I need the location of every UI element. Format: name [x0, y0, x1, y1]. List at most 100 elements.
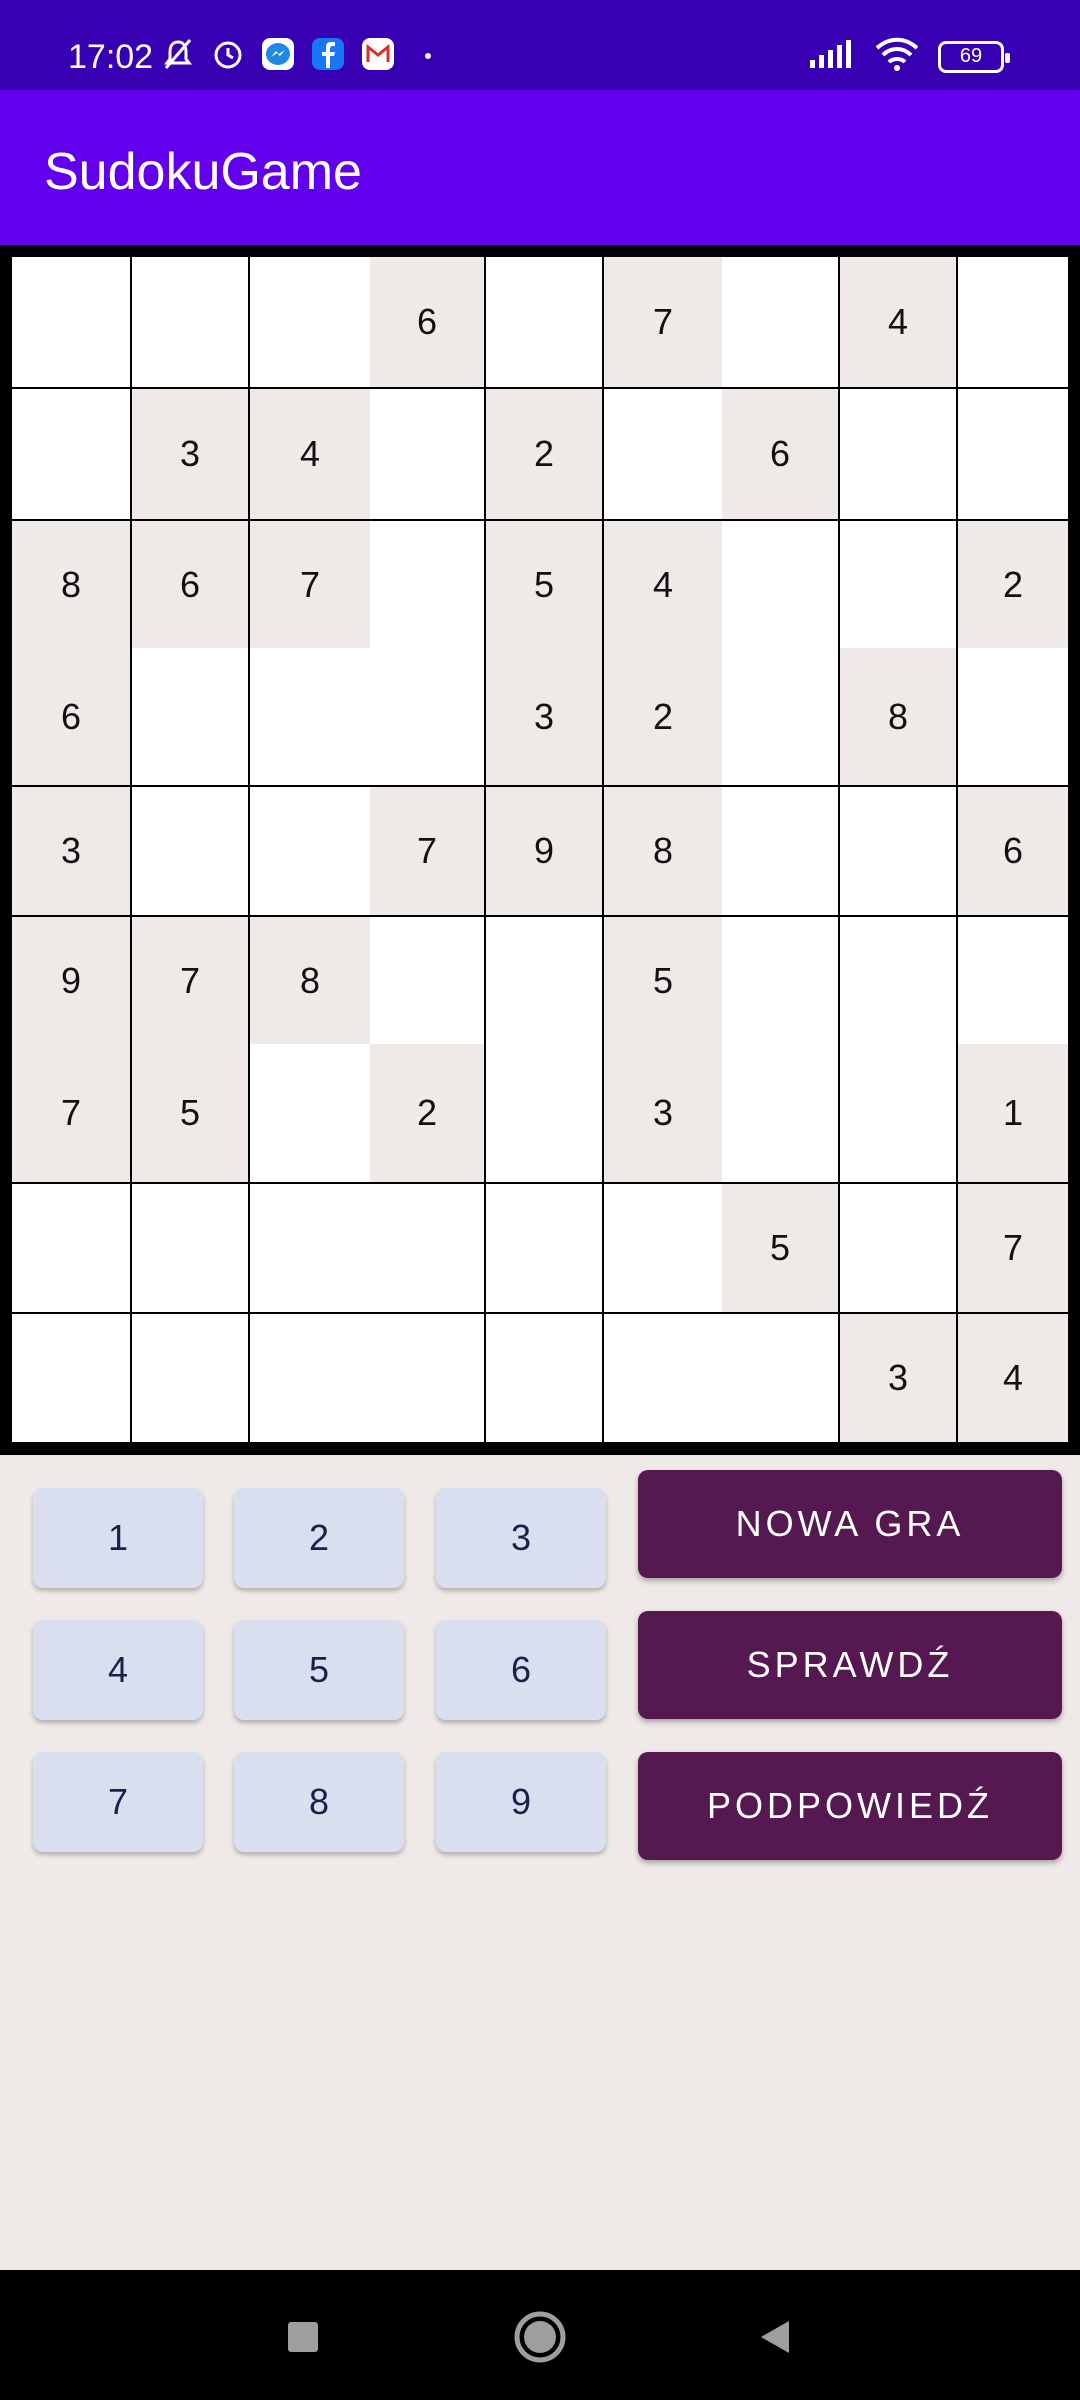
board-cell[interactable]: 8 [250, 917, 370, 1044]
board-cell[interactable]: 2 [370, 1044, 484, 1182]
board-cell[interactable]: 6 [12, 648, 130, 785]
board-cell[interactable] [250, 1044, 370, 1182]
board-cell[interactable]: 2 [958, 521, 1068, 648]
dot-icon [410, 36, 446, 72]
board-cell[interactable]: 4 [250, 389, 370, 519]
board-cell[interactable] [604, 1184, 722, 1312]
board-cell[interactable]: 8 [12, 521, 130, 648]
board-cell[interactable]: 3 [604, 1044, 722, 1182]
board-cell[interactable]: 2 [604, 648, 722, 785]
board-cell[interactable] [370, 1184, 484, 1312]
board-cell[interactable] [486, 1184, 602, 1312]
board-cell[interactable] [370, 917, 484, 1044]
number-button-3[interactable]: 3 [436, 1488, 606, 1588]
board-cell[interactable] [840, 787, 956, 915]
check-button[interactable]: SPRAWDŹ [638, 1611, 1062, 1719]
board-cell[interactable] [12, 257, 130, 387]
board-cell[interactable] [722, 1044, 838, 1182]
board-cell[interactable]: 5 [604, 917, 722, 1044]
board-cell[interactable] [840, 1044, 956, 1182]
board-cell[interactable]: 7 [132, 917, 248, 1044]
board-cell[interactable] [12, 1314, 130, 1442]
board-cell[interactable] [132, 257, 248, 387]
mute-icon [160, 36, 196, 72]
board-cell[interactable] [486, 1044, 602, 1182]
board-cell[interactable]: 8 [604, 787, 722, 915]
board-cell[interactable] [486, 917, 602, 1044]
board-cell[interactable]: 6 [958, 787, 1068, 915]
number-button-2[interactable]: 2 [234, 1488, 404, 1588]
board-cell[interactable]: 7 [370, 787, 484, 915]
board-cell[interactable] [132, 648, 248, 785]
board-cell[interactable]: 2 [486, 389, 602, 519]
number-button-1[interactable]: 1 [33, 1488, 203, 1588]
board-cell[interactable] [250, 257, 370, 387]
board-cell[interactable]: 4 [840, 257, 956, 387]
board-cell[interactable] [250, 648, 370, 785]
board-cell[interactable]: 7 [250, 521, 370, 648]
board-cell[interactable] [12, 389, 130, 519]
board-cell[interactable] [486, 257, 602, 387]
board-cell[interactable] [722, 648, 838, 785]
number-button-6[interactable]: 6 [436, 1620, 606, 1720]
number-button-7[interactable]: 7 [33, 1752, 203, 1852]
board-cell[interactable]: 9 [12, 917, 130, 1044]
hint-button[interactable]: PODPOWIEDŹ [638, 1752, 1062, 1860]
new-game-button[interactable]: NOWA GRA [638, 1470, 1062, 1578]
board-cell[interactable]: 5 [132, 1044, 248, 1182]
alarm-icon [210, 36, 246, 72]
back-icon[interactable] [740, 2302, 810, 2372]
board-cell[interactable] [370, 1314, 484, 1442]
board-cell[interactable] [370, 648, 484, 785]
board-cell[interactable] [958, 648, 1068, 785]
board-cell[interactable] [840, 389, 956, 519]
board-cell[interactable] [132, 1184, 248, 1312]
board-cell[interactable] [958, 257, 1068, 387]
board-cell[interactable]: 6 [722, 389, 838, 519]
board-cell[interactable] [722, 521, 838, 648]
board-cell[interactable] [958, 389, 1068, 519]
board-cell[interactable]: 9 [486, 787, 602, 915]
board-cell[interactable] [840, 917, 956, 1044]
board-cell[interactable] [722, 257, 838, 387]
board-cell[interactable] [250, 1314, 370, 1442]
number-button-9[interactable]: 9 [436, 1752, 606, 1852]
board-cell[interactable] [722, 787, 838, 915]
board-cell[interactable]: 7 [604, 257, 722, 387]
number-button-4[interactable]: 4 [33, 1620, 203, 1720]
board-cell[interactable] [840, 1184, 956, 1312]
board-cell[interactable]: 3 [132, 389, 248, 519]
board-cell[interactable]: 4 [958, 1314, 1068, 1442]
board-cell[interactable] [722, 917, 838, 1044]
board-cell[interactable]: 1 [958, 1044, 1068, 1182]
board-cell[interactable] [604, 389, 722, 519]
home-icon[interactable] [505, 2302, 575, 2372]
board-cell[interactable]: 3 [12, 787, 130, 915]
board-cell[interactable]: 5 [722, 1184, 838, 1312]
board-cell[interactable]: 5 [486, 521, 602, 648]
board-cell[interactable]: 3 [486, 648, 602, 785]
number-button-5[interactable]: 5 [234, 1620, 404, 1720]
recents-icon[interactable] [268, 2302, 338, 2372]
board-cell[interactable]: 7 [12, 1044, 130, 1182]
board-cell[interactable] [370, 521, 484, 648]
board-cell[interactable]: 6 [370, 257, 484, 387]
board-cell[interactable] [250, 1184, 370, 1312]
board-cell[interactable] [722, 1314, 838, 1442]
notification-icons [160, 36, 446, 72]
board-cell[interactable] [370, 389, 484, 519]
board-cell[interactable]: 6 [132, 521, 248, 648]
board-cell[interactable] [604, 1314, 722, 1442]
board-cell[interactable] [132, 787, 248, 915]
board-cell[interactable] [12, 1184, 130, 1312]
board-cell[interactable]: 8 [840, 648, 956, 785]
board-cell[interactable] [486, 1314, 602, 1442]
board-cell[interactable] [132, 1314, 248, 1442]
board-cell[interactable]: 3 [840, 1314, 956, 1442]
board-cell[interactable]: 4 [604, 521, 722, 648]
number-button-8[interactable]: 8 [234, 1752, 404, 1852]
board-cell[interactable] [250, 787, 370, 915]
board-cell[interactable] [840, 521, 956, 648]
board-cell[interactable] [958, 917, 1068, 1044]
board-cell[interactable]: 7 [958, 1184, 1068, 1312]
